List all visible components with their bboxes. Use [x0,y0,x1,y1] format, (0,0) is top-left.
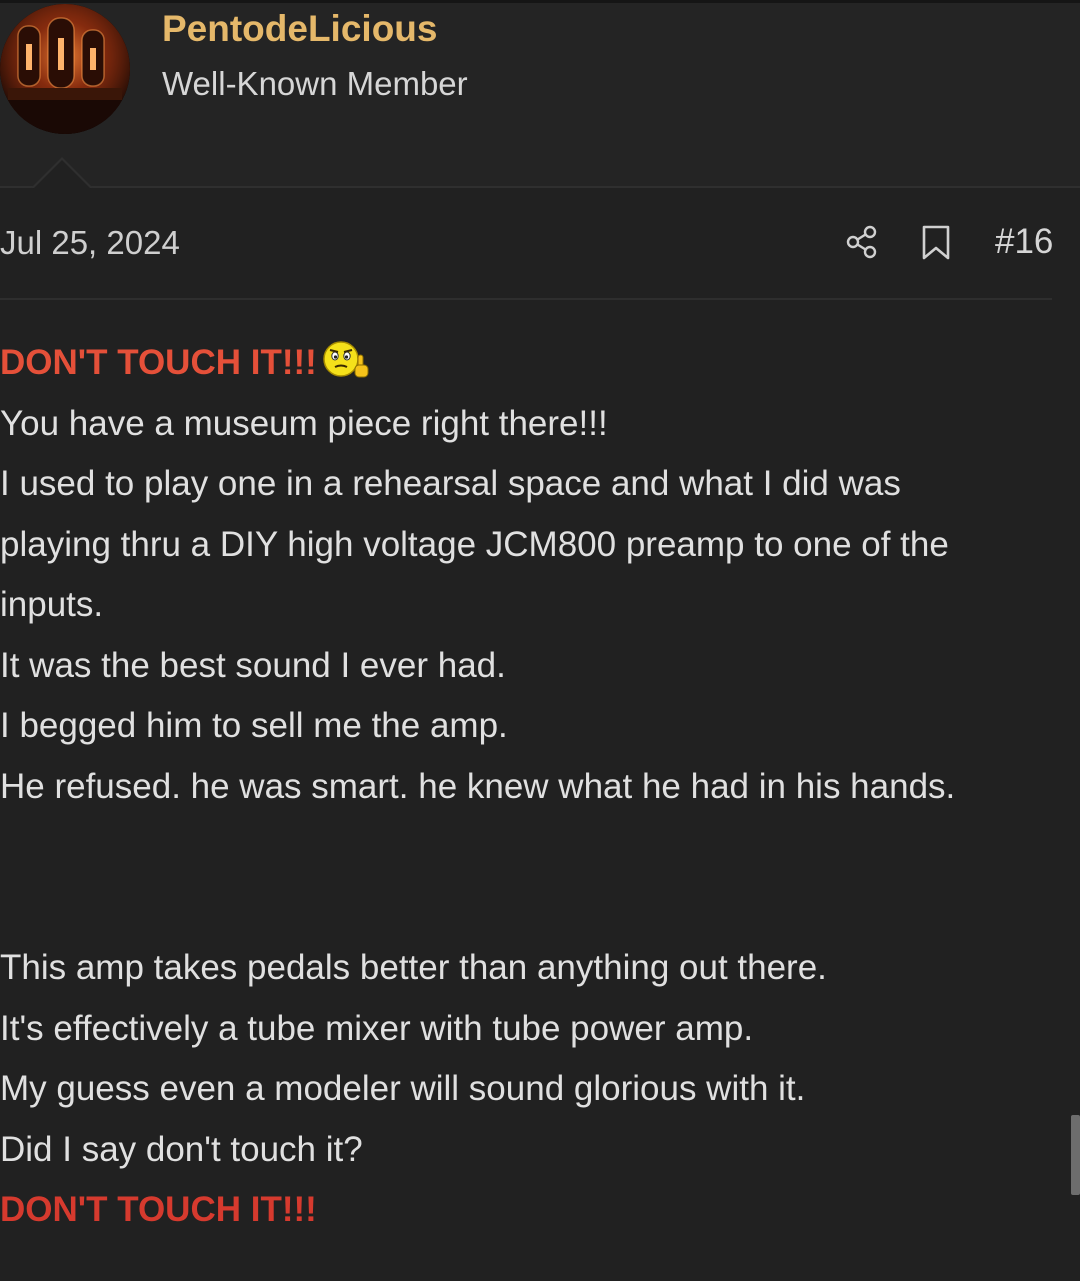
body-line: Did I say don't touch it? [0,1129,363,1169]
username-link[interactable]: PentodeLicious [162,8,437,50]
scrollbar-thumb[interactable] [1071,1115,1080,1195]
body-line: inputs. [0,585,104,624]
body-line: My guess even a modeler will sound glori… [0,1069,806,1108]
body-line: I begged him to sell me the amp. [0,706,508,745]
share-icon[interactable] [845,224,879,260]
post-divider [0,298,1052,300]
body-line: DON'T TOUCH IT!!! [0,333,1070,394]
body-line: It's effectively a tube mixer with tube … [0,1008,754,1048]
user-avatar[interactable] [0,4,130,134]
user-title: Well-Known Member [162,65,468,102]
angry-middle-finger-emoji-icon [323,339,381,383]
emphasis-text: DON'T TOUCH IT!!! [0,343,317,382]
body-line: You have a museum piece right there!!! [0,403,608,443]
post-number-link[interactable]: #16 [995,222,1053,262]
post-header: PentodeLicious Well-Known Member [0,0,1080,188]
body-line: DON'T TOUCH IT!!! [0,1180,1070,1241]
body-line: I used to play one in a rehearsal space … [0,464,901,503]
body-line: He refused. he was smart. he knew what h… [0,766,956,806]
post-date[interactable]: Jul 25, 2024 [0,224,180,262]
bookmark-icon[interactable] [920,224,952,262]
top-edge [0,0,1080,3]
body-line: It was the best sound I ever had. [0,645,506,685]
vacuum-tube-avatar-icon [0,4,130,134]
body-line: This amp takes pedals better than anythi… [0,948,827,987]
post-body: DON'T TOUCH IT!!! You have a museum piec… [0,333,1070,1241]
header-caret-fill [33,160,91,189]
body-line: playing thru a DIY high voltage JCM800 p… [0,524,949,564]
emphasis-text: DON'T TOUCH IT!!! [0,1190,317,1229]
